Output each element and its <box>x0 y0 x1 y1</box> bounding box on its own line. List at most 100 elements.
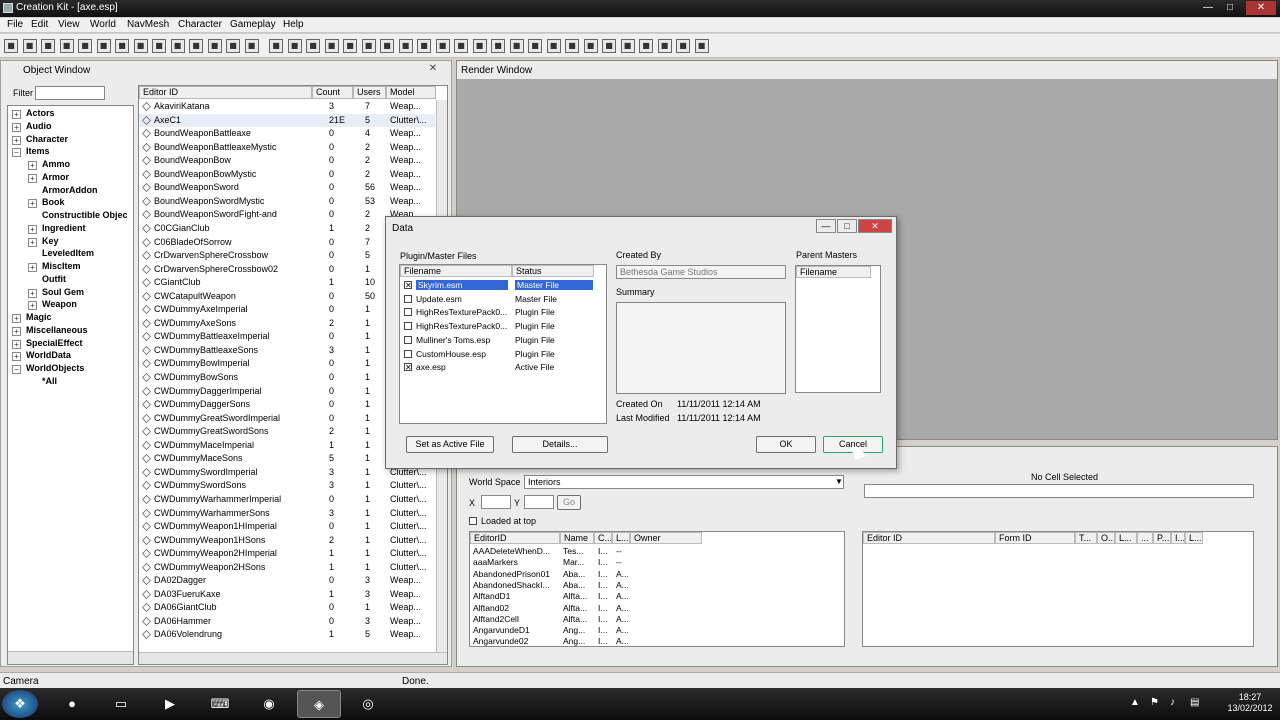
tree-expand-icon[interactable]: + <box>12 314 21 323</box>
tool-icon[interactable]: ■ <box>639 39 653 53</box>
table-row[interactable]: BoundWeaponBattleaxeMystic 0 2 Weap... <box>139 141 435 155</box>
cell-list-row[interactable]: AbandonedPrison01 Aba... I... A... <box>470 569 830 580</box>
table-row[interactable]: CWDummyWarhammerImperial 0 1 Clutter\... <box>139 493 435 507</box>
undo-icon[interactable]: ■ <box>59 39 74 53</box>
menu-navmesh[interactable]: NavMesh <box>127 19 169 30</box>
table-row[interactable]: CWDummyWeapon2HImperial 1 1 Clutter\... <box>139 547 435 561</box>
menu-help[interactable]: Help <box>283 19 304 30</box>
cell-object-column[interactable]: O... <box>1097 532 1115 544</box>
plugin-file-row[interactable]: ✕ axe.esp Active File <box>400 361 594 374</box>
clock[interactable]: 18:27 13/02/2012 <box>1224 692 1276 714</box>
tool-icon[interactable]: ■ <box>287 39 302 53</box>
file-checkbox[interactable] <box>404 349 412 358</box>
cell-object-column[interactable]: ... <box>1137 532 1153 544</box>
tool-icon[interactable]: ■ <box>565 39 579 53</box>
cell-list-row[interactable]: AngarvundeD1 Ang... I... A... <box>470 625 830 636</box>
tree-expand-icon[interactable]: − <box>12 365 21 374</box>
table-row[interactable]: AkaviriKatana 3 7 Weap... <box>139 100 435 114</box>
file-checkbox[interactable] <box>404 335 412 344</box>
taskbar-app-folder-icon[interactable]: ▭ <box>99 690 143 718</box>
tree-expand-icon[interactable]: − <box>12 148 21 158</box>
object-window-close-icon[interactable]: ✕ <box>427 63 439 75</box>
ok-button[interactable]: OK <box>756 436 816 453</box>
tool-icon[interactable]: ■ <box>380 39 394 53</box>
plugin-file-row[interactable]: CustomHouse.esp Plugin File <box>400 348 594 361</box>
tree-item[interactable]: + WorldData <box>8 350 133 363</box>
tool-icon[interactable]: ■ <box>454 39 468 53</box>
cell-list-row[interactable]: Angarvunde02 Ang... I... A... <box>470 636 830 646</box>
menu-file[interactable]: File <box>7 19 23 30</box>
cell-list-column[interactable]: EditorID <box>470 532 560 544</box>
print-icon[interactable]: ■ <box>41 39 55 53</box>
minimize-button[interactable]: — <box>1197 1 1219 15</box>
tree-horizontal-scrollbar[interactable] <box>8 651 133 664</box>
tool-icon[interactable]: ■ <box>189 39 203 53</box>
filename-column[interactable]: Filename <box>400 265 512 277</box>
tool-icon[interactable]: ■ <box>244 39 259 53</box>
x-coordinate-input[interactable] <box>481 495 511 509</box>
cell-list-column[interactable]: L... <box>612 532 630 544</box>
menu-gameplay[interactable]: Gameplay <box>230 19 276 30</box>
tree-item[interactable]: + Ingredient <box>8 223 133 236</box>
tree-expand-icon[interactable]: + <box>28 288 37 298</box>
tree-item[interactable]: + Key <box>8 236 133 249</box>
tree-expand-icon[interactable]: + <box>28 161 37 170</box>
tool-icon[interactable]: ■ <box>602 39 616 53</box>
go-button[interactable]: Go <box>557 495 581 510</box>
tree-item[interactable]: + Weapon <box>8 299 133 312</box>
table-row[interactable]: BoundWeaponBow 0 2 Weap... <box>139 154 435 168</box>
tool-icon[interactable]: ■ <box>170 39 185 53</box>
cell-list-row[interactable]: aaaMarkers Mar... I... -- <box>470 557 830 568</box>
tree-item[interactable]: + Ammo <box>8 159 133 172</box>
tool-icon[interactable]: ■ <box>324 39 339 53</box>
tray-flag-icon[interactable]: ⚑ <box>1150 697 1159 708</box>
file-checkbox[interactable]: ✕ <box>404 281 412 290</box>
tool-icon[interactable]: ■ <box>509 39 524 53</box>
dialog-maximize-button[interactable]: □ <box>837 219 857 233</box>
tree-item[interactable]: Constructible Objec <box>8 210 133 223</box>
tree-expand-icon[interactable]: + <box>28 224 37 234</box>
tree-expand-icon[interactable]: + <box>12 135 21 145</box>
loaded-at-top-checkbox[interactable] <box>469 517 477 525</box>
table-row[interactable]: AxeC1 21E 5 Clutter\... <box>139 113 435 128</box>
parent-filename-column[interactable]: Filename <box>796 266 871 278</box>
tool-icon[interactable]: ■ <box>398 39 413 53</box>
menu-character[interactable]: Character <box>178 19 222 30</box>
redo-icon[interactable]: ■ <box>78 39 92 53</box>
chevron-down-icon[interactable]: ▼ <box>835 477 843 486</box>
tool-icon[interactable]: ■ <box>472 39 487 53</box>
cell-list-row[interactable]: Alftand02 Alfta... I... A... <box>470 603 830 614</box>
cell-list-row[interactable]: AAADeleteWhenD... Tes... I... -- <box>470 546 830 557</box>
tool-icon[interactable]: ■ <box>115 39 129 53</box>
menu-view[interactable]: View <box>58 19 80 30</box>
taskbar-app-media-icon[interactable]: ● <box>50 690 94 718</box>
cell-object-column[interactable]: L... <box>1115 532 1137 544</box>
tool-icon[interactable]: ■ <box>676 39 690 53</box>
tree-expand-icon[interactable]: + <box>12 326 21 336</box>
save-icon[interactable]: ■ <box>22 39 37 53</box>
tool-icon[interactable]: ■ <box>546 39 561 53</box>
table-row[interactable]: CWDummyWeapon2HSons 1 1 Clutter\... <box>139 561 435 575</box>
tool-icon[interactable]: ■ <box>657 39 672 53</box>
y-coordinate-input[interactable] <box>524 495 554 509</box>
tree-expand-icon[interactable]: + <box>28 301 37 311</box>
category-tree[interactable]: + Actors + Audio + Character − Items + Ammo + Armor… <box>7 105 134 665</box>
open-icon[interactable]: ■ <box>4 39 18 53</box>
cell-list-row[interactable]: AlftandD1 Alfta... I... A... <box>470 591 830 602</box>
tool-icon[interactable]: ■ <box>620 39 635 53</box>
tool-icon[interactable]: ■ <box>694 39 709 53</box>
file-checkbox[interactable] <box>404 322 412 331</box>
details-button[interactable]: Details... <box>512 436 608 453</box>
cell-list-row[interactable]: Alftand2Cell Alfta... I... A... <box>470 614 830 625</box>
tool-icon[interactable]: ■ <box>435 39 450 53</box>
tree-expand-icon[interactable]: + <box>12 110 21 119</box>
filter-input[interactable] <box>35 86 105 100</box>
tree-expand-icon[interactable]: + <box>12 122 21 132</box>
tree-item[interactable]: + Armor <box>8 172 133 185</box>
table-row[interactable]: BoundWeaponBattleaxe 0 4 Weap... <box>139 127 435 141</box>
tool-icon[interactable]: ■ <box>133 39 148 53</box>
tool-icon[interactable]: ■ <box>152 39 166 53</box>
worldspace-select[interactable]: Interiors <box>524 475 844 489</box>
set-active-file-button[interactable]: Set as Active File <box>406 436 494 453</box>
tree-item[interactable]: + MiscItem <box>8 261 133 274</box>
